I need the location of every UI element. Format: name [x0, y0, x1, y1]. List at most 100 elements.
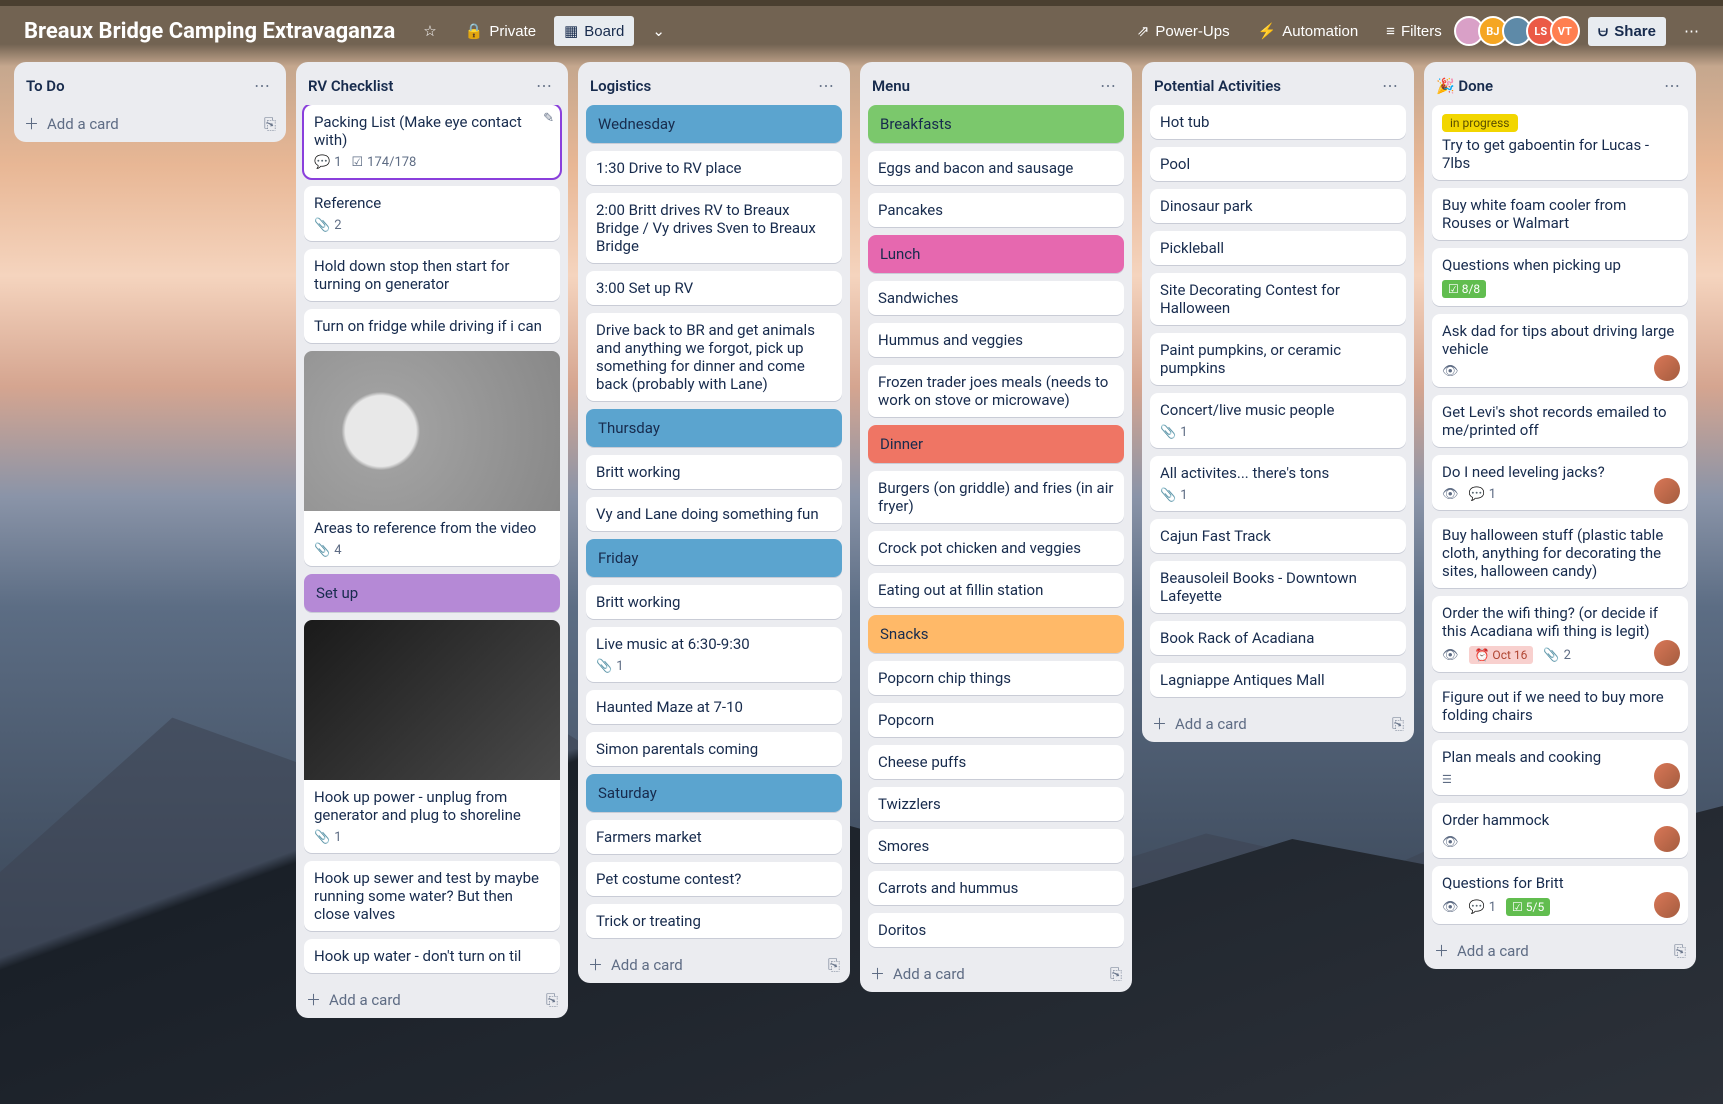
board-menu-button[interactable]: ⋯: [1674, 16, 1709, 46]
list-title[interactable]: Potential Activities: [1154, 77, 1378, 95]
view-switcher[interactable]: ▦ Board: [554, 16, 634, 46]
board-title[interactable]: Breaux Bridge Camping Extravaganza: [14, 15, 405, 48]
pencil-icon[interactable]: ✎: [543, 111, 554, 126]
list-title[interactable]: Logistics: [590, 77, 814, 95]
list-menu-button[interactable]: ⋯: [1660, 72, 1684, 99]
card[interactable]: Twizzlers: [868, 787, 1124, 821]
card[interactable]: Farmers market: [586, 820, 842, 854]
card[interactable]: Wednesday: [586, 105, 842, 143]
card[interactable]: Book Rack of Acadiana: [1150, 621, 1406, 655]
card[interactable]: Ask dad for tips about driving large veh…: [1432, 314, 1688, 387]
card-template-button[interactable]: ⎘: [546, 991, 558, 1009]
list-menu-button[interactable]: ⋯: [250, 72, 274, 99]
card[interactable]: Saturday: [586, 774, 842, 812]
list-title[interactable]: To Do: [26, 77, 250, 95]
card-member-avatar[interactable]: [1654, 640, 1680, 666]
card[interactable]: Smores: [868, 829, 1124, 863]
list-menu-button[interactable]: ⋯: [1096, 72, 1120, 99]
card[interactable]: Beausoleil Books - Downtown Lafeyette: [1150, 561, 1406, 613]
card[interactable]: Hook up power - unplug from generator an…: [304, 620, 560, 853]
list-menu-button[interactable]: ⋯: [814, 72, 838, 99]
card[interactable]: Trick or treating: [586, 904, 842, 938]
card-template-button[interactable]: ⎘: [1392, 715, 1404, 733]
card[interactable]: Friday: [586, 539, 842, 577]
list-title[interactable]: RV Checklist: [308, 77, 532, 95]
card[interactable]: Simon parentals coming: [586, 732, 842, 766]
card[interactable]: 2:00 Britt drives RV to Breaux Bridge / …: [586, 193, 842, 263]
card-member-avatar[interactable]: [1654, 763, 1680, 789]
card[interactable]: ✎Packing List (Make eye contact with)💬1☑…: [304, 105, 560, 178]
add-card-button[interactable]: ＋ Add a card ⎘: [1142, 705, 1414, 742]
card[interactable]: Cajun Fast Track: [1150, 519, 1406, 553]
star-button[interactable]: ☆: [413, 16, 446, 46]
card[interactable]: Buy white foam cooler from Rouses or Wal…: [1432, 188, 1688, 240]
card[interactable]: Live music at 6:30-9:30📎1: [586, 627, 842, 682]
card[interactable]: Dinosaur park: [1150, 189, 1406, 223]
card[interactable]: Popcorn chip things: [868, 661, 1124, 695]
add-card-button[interactable]: ＋ Add a card ⎘: [14, 105, 286, 142]
card[interactable]: Hold down stop then start for turning on…: [304, 249, 560, 301]
card[interactable]: Cheese puffs: [868, 745, 1124, 779]
card[interactable]: Britt working: [586, 585, 842, 619]
card[interactable]: Eating out at fillin station: [868, 573, 1124, 607]
view-chevron[interactable]: ⌄: [642, 16, 675, 46]
add-card-button[interactable]: ＋ Add a card ⎘: [578, 946, 850, 983]
card[interactable]: in progressTry to get gaboentin for Luca…: [1432, 105, 1688, 180]
card[interactable]: Questions when picking up☑ 8/8: [1432, 248, 1688, 306]
card[interactable]: Lagniappe Antiques Mall: [1150, 663, 1406, 697]
card[interactable]: Hot tub: [1150, 105, 1406, 139]
list-title[interactable]: Menu: [872, 77, 1096, 95]
card[interactable]: 3:00 Set up RV: [586, 271, 842, 305]
card[interactable]: Do I need leveling jacks?👁💬1: [1432, 455, 1688, 510]
card-template-button[interactable]: ⎘: [828, 956, 840, 974]
card[interactable]: Paint pumpkins, or ceramic pumpkins: [1150, 333, 1406, 385]
automation-button[interactable]: ⚡ Automation: [1248, 16, 1369, 46]
card[interactable]: Hummus and veggies: [868, 323, 1124, 357]
card[interactable]: Hook up water - don't turn on til: [304, 939, 560, 973]
card[interactable]: Snacks: [868, 615, 1124, 653]
card[interactable]: All activites... there's tons📎1: [1150, 456, 1406, 511]
card[interactable]: Sandwiches: [868, 281, 1124, 315]
card[interactable]: Hook up sewer and test by maybe running …: [304, 861, 560, 931]
list-menu-button[interactable]: ⋯: [532, 72, 556, 99]
card[interactable]: Thursday: [586, 409, 842, 447]
member-avatar[interactable]: VT: [1550, 16, 1580, 46]
add-card-button[interactable]: ＋ Add a card ⎘: [860, 955, 1132, 992]
card[interactable]: Get Levi's shot records emailed to me/pr…: [1432, 395, 1688, 447]
card-member-avatar[interactable]: [1654, 892, 1680, 918]
powerups-button[interactable]: ⇗ Power-Ups: [1127, 16, 1240, 46]
card-member-avatar[interactable]: [1654, 478, 1680, 504]
card[interactable]: Vy and Lane doing something fun: [586, 497, 842, 531]
card-member-avatar[interactable]: [1654, 355, 1680, 381]
card[interactable]: Questions for Britt👁💬1☑ 5/5: [1432, 866, 1688, 924]
card-template-button[interactable]: ⎘: [1674, 942, 1686, 960]
card[interactable]: Site Decorating Contest for Halloween: [1150, 273, 1406, 325]
card[interactable]: Pet costume contest?: [586, 862, 842, 896]
card[interactable]: Frozen trader joes meals (needs to work …: [868, 365, 1124, 417]
list-title[interactable]: 🎉 Done: [1436, 77, 1660, 95]
card[interactable]: Buy halloween stuff (plastic table cloth…: [1432, 518, 1688, 588]
card[interactable]: Pickleball: [1150, 231, 1406, 265]
card[interactable]: Order hammock👁: [1432, 803, 1688, 858]
visibility-button[interactable]: 🔒 Private: [455, 16, 546, 46]
card[interactable]: Turn on fridge while driving if i can: [304, 309, 560, 343]
card[interactable]: Set up: [304, 574, 560, 612]
member-avatars[interactable]: BJLSVT: [1460, 16, 1580, 46]
card[interactable]: Order the wifi thing? (or decide if this…: [1432, 596, 1688, 672]
add-card-button[interactable]: ＋ Add a card ⎘: [296, 981, 568, 1018]
add-card-button[interactable]: ＋ Add a card ⎘: [1424, 932, 1696, 969]
filters-button[interactable]: ≡ Filters: [1376, 17, 1452, 46]
card[interactable]: Doritos: [868, 913, 1124, 947]
card[interactable]: Britt working: [586, 455, 842, 489]
card[interactable]: Breakfasts: [868, 105, 1124, 143]
card[interactable]: Lunch: [868, 235, 1124, 273]
card[interactable]: Reference📎2: [304, 186, 560, 241]
list-menu-button[interactable]: ⋯: [1378, 72, 1402, 99]
card[interactable]: Dinner: [868, 425, 1124, 463]
card[interactable]: Figure out if we need to buy more foldin…: [1432, 680, 1688, 732]
card-template-button[interactable]: ⎘: [1110, 965, 1122, 983]
card[interactable]: Plan meals and cooking: [1432, 740, 1688, 795]
card[interactable]: Pancakes: [868, 193, 1124, 227]
card[interactable]: Eggs and bacon and sausage: [868, 151, 1124, 185]
card[interactable]: 1:30 Drive to RV place: [586, 151, 842, 185]
